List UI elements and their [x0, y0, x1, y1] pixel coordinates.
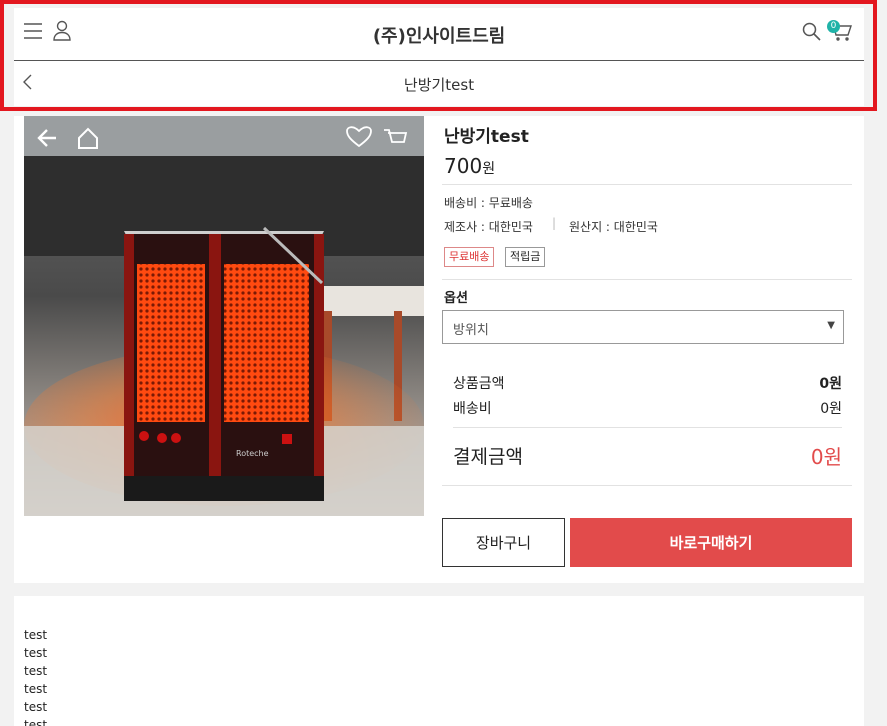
divider [442, 279, 852, 280]
description-line: test [24, 628, 48, 642]
description-line: test [24, 664, 48, 678]
description-line: test [24, 700, 48, 714]
cart-count-badge: 0 [827, 20, 840, 33]
search-icon[interactable] [802, 22, 821, 41]
meta-divider: | [552, 216, 557, 230]
option-label: 옵션 [444, 291, 468, 306]
product-description: test test test test test test [14, 596, 864, 726]
origin-info: 원산지 : 대한민국 [569, 220, 658, 234]
buy-now-button[interactable]: 바로구매하기 [570, 518, 852, 567]
option-selected-value: 방위치 [453, 323, 489, 338]
description-line: test [24, 718, 48, 726]
site-title[interactable]: (주)인사이트드림 [14, 22, 864, 48]
points-badge: 적립금 [505, 247, 546, 267]
product-name: 난방기test [444, 127, 529, 147]
caret-down-icon: ▼ [827, 320, 835, 331]
page-title: 난방기test [403, 76, 475, 94]
shipping-cost-row: 배송비 0원 [453, 398, 842, 418]
site-header: (주)인사이트드림 0 난방기test [14, 8, 864, 106]
shipping-info: 배송비 : 무료배송 [444, 196, 533, 210]
add-to-cart-button[interactable]: 장바구니 [442, 518, 565, 567]
divider [442, 485, 852, 486]
product-price: 700원 [444, 154, 495, 178]
header-sub-bar: 난방기test [14, 61, 864, 105]
price-value: 700 [444, 154, 483, 178]
subtotal-row: 상품금액 0원 [453, 373, 842, 393]
description-line: test [24, 682, 48, 696]
divider [453, 427, 842, 428]
shipping-cost-label: 배송비 [453, 401, 492, 417]
total-value: 0원 [810, 445, 842, 469]
product-panel: Roteche 난방기test 700원 배송비 : 무료배송 제조사 : 대한… [14, 116, 864, 583]
subtotal-value: 0원 [819, 376, 842, 392]
free-shipping-badge: 무료배송 [444, 247, 495, 267]
shipping-cost-value: 0원 [820, 401, 842, 417]
description-line: test [24, 646, 48, 660]
subtotal-label: 상품금액 [453, 376, 505, 392]
price-unit: 원 [482, 161, 496, 177]
total-label: 결제금액 [453, 446, 523, 468]
manufacturer-info: 제조사 : 대한민국 [444, 220, 533, 234]
photo-brand-text: Roteche [236, 449, 269, 458]
option-select[interactable]: 방위치 ▼ [442, 310, 844, 344]
header-top-bar: (주)인사이트드림 0 [14, 8, 864, 61]
divider [442, 184, 852, 185]
product-photo: Roteche [24, 116, 424, 516]
